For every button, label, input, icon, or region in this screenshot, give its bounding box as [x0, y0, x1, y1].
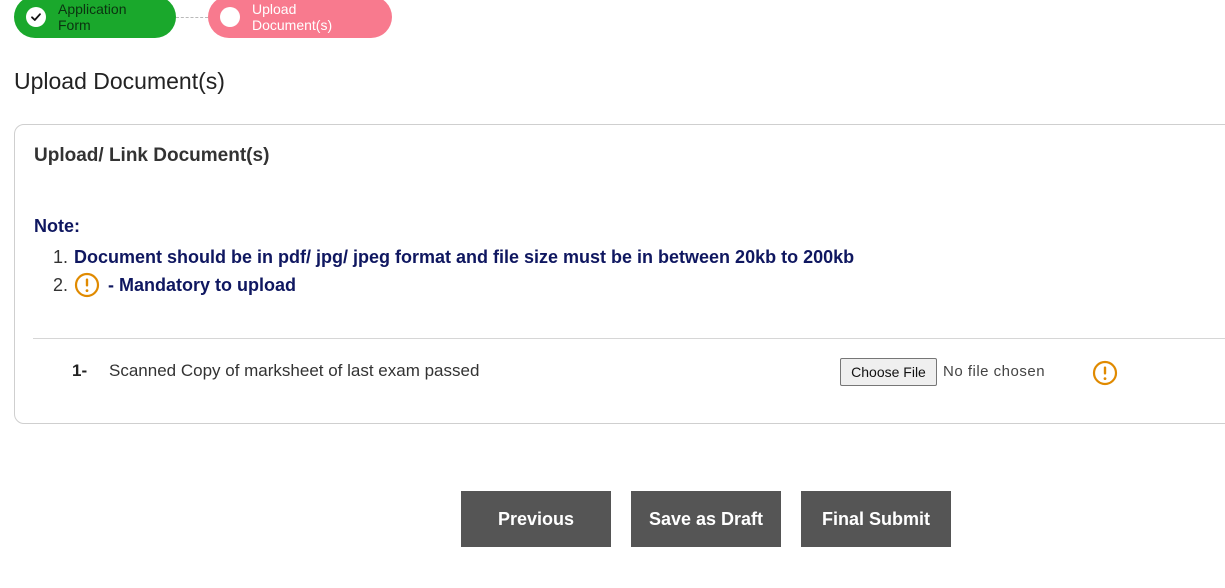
previous-button[interactable]: Previous — [461, 491, 611, 547]
note-list: 1. Document should be in pdf/ jpg/ jpeg … — [34, 243, 854, 299]
note-number: 1. — [52, 246, 68, 267]
note-label: Note: — [34, 216, 80, 236]
note-item: 1. Document should be in pdf/ jpg/ jpeg … — [34, 243, 854, 271]
active-step-dot-icon — [220, 7, 240, 27]
warning-circle-icon — [74, 272, 100, 298]
warning-circle-icon — [1092, 360, 1118, 386]
note-number: 2. — [52, 274, 68, 295]
upload-card: Upload/ Link Document(s) Note: 1. Docume… — [14, 124, 1225, 424]
note-text: - Mandatory to upload — [108, 274, 296, 295]
choose-file-button[interactable]: Choose File — [840, 358, 937, 386]
check-icon — [26, 7, 46, 27]
file-status: No file chosen — [943, 363, 1046, 380]
progress-stepper: Application Form Upload Document(s) — [14, 0, 392, 38]
card-title: Upload/ Link Document(s) — [34, 145, 270, 166]
document-number: 1- — [72, 361, 88, 380]
note-item: 2. - Mandatory to upload — [34, 271, 854, 299]
step-label: Upload Document(s) — [252, 1, 333, 33]
step-label: Application Form — [58, 1, 127, 33]
step-upload-documents[interactable]: Upload Document(s) — [208, 0, 392, 38]
note-text: Document should be in pdf/ jpg/ jpeg for… — [74, 246, 855, 267]
page-title: Upload Document(s) — [14, 68, 225, 94]
step-connector — [176, 16, 208, 18]
save-as-draft-button[interactable]: Save as Draft — [631, 491, 781, 547]
document-label: Scanned Copy of marksheet of last exam p… — [109, 361, 480, 380]
divider — [33, 338, 1225, 339]
final-submit-button[interactable]: Final Submit — [801, 491, 951, 547]
step-application-form[interactable]: Application Form — [14, 0, 176, 38]
